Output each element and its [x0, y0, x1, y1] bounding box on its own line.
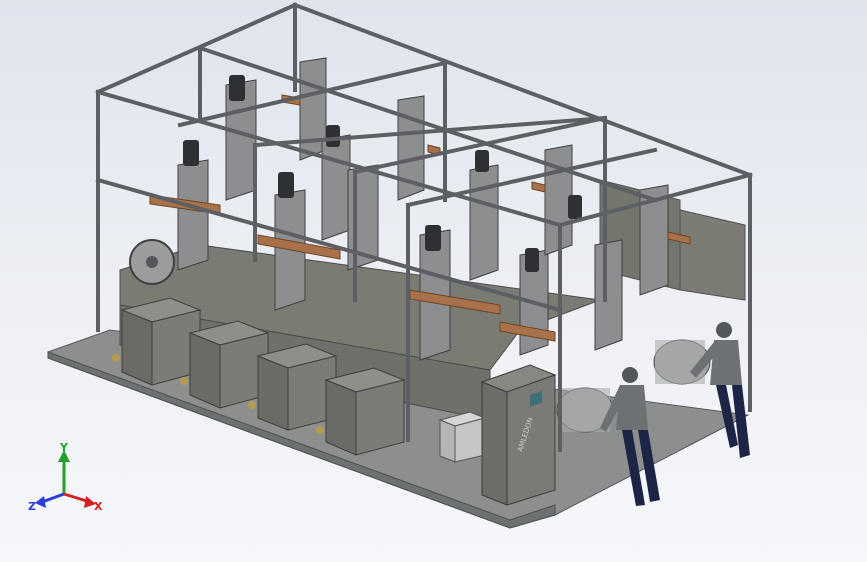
y-axis-label: Y	[59, 442, 69, 454]
orientation-triad[interactable]: Y X Z	[28, 442, 108, 522]
valve-3[interactable]	[248, 401, 256, 409]
x-axis-label: X	[94, 500, 103, 513]
valve-2[interactable]	[180, 377, 188, 385]
back-panel-right	[679, 209, 746, 301]
valve-4[interactable]	[316, 426, 324, 434]
z-axis-label: Z	[28, 500, 36, 513]
tank-3[interactable]	[256, 343, 338, 431]
tank-4[interactable]	[324, 367, 406, 456]
cad-viewport[interactable]: AMLEDON Y X Z	[0, 0, 867, 562]
tank-1[interactable]	[120, 297, 202, 386]
junction-box[interactable]	[438, 411, 487, 463]
control-cabinet[interactable]	[480, 364, 557, 506]
tank-2[interactable]	[188, 320, 270, 409]
machine-assembly-model[interactable]: AMLEDON	[0, 0, 867, 562]
z-axis-line	[41, 492, 65, 504]
valve-1[interactable]	[112, 354, 120, 362]
z-axis-arrow	[35, 496, 46, 508]
left-drive-wheel-hub	[146, 256, 158, 268]
